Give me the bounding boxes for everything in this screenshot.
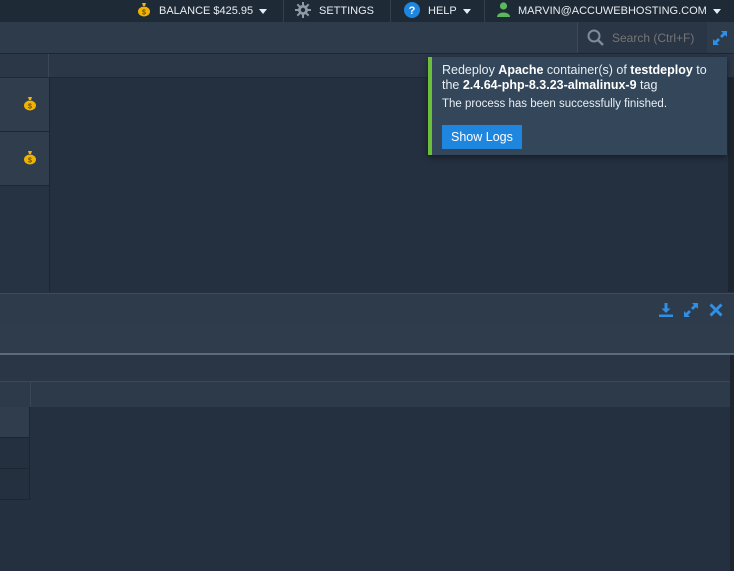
balance-label: BALANCE $425.95 — [159, 5, 254, 17]
chevron-down-icon — [259, 8, 268, 14]
money-bag-icon: $ — [23, 96, 37, 116]
list-item[interactable]: $ — [0, 132, 49, 186]
svg-text:?: ? — [409, 5, 416, 17]
list-item[interactable]: $ — [0, 78, 49, 132]
notification-toast: Redeploy Apache container(s) of testdepl… — [428, 57, 727, 155]
svg-text:$: $ — [28, 104, 32, 111]
user-label: MARVIN@ACCUWEBHOSTING.COM — [518, 5, 707, 17]
notification-message: The process has been successfully finish… — [442, 98, 668, 110]
svg-text:$: $ — [28, 158, 32, 165]
gear-icon — [295, 1, 311, 21]
search-box[interactable] — [577, 22, 707, 53]
lower-content-area — [0, 407, 730, 571]
table-row[interactable] — [0, 407, 30, 438]
toolbar — [0, 22, 734, 54]
svg-text:$: $ — [142, 10, 146, 17]
expand-icon[interactable] — [684, 303, 698, 322]
lower-panel-toolbar — [0, 293, 734, 325]
help-label: HELP — [428, 5, 457, 17]
expand-icon[interactable] — [713, 31, 727, 50]
money-bag-icon: $ — [23, 150, 37, 170]
show-logs-button[interactable]: Show Logs — [442, 125, 522, 149]
user-icon — [497, 2, 510, 20]
chevron-down-icon — [462, 8, 471, 14]
settings-label: SETTINGS — [319, 5, 375, 17]
table-row[interactable] — [0, 438, 30, 469]
search-icon — [587, 29, 604, 46]
lower-grid-header — [0, 381, 730, 408]
money-bag-icon: $ — [137, 2, 151, 20]
scrollbar[interactable] — [728, 78, 734, 292]
settings-menu[interactable]: SETTINGS — [295, 0, 374, 22]
balance-menu[interactable]: $ BALANCE $425.95 — [137, 0, 268, 22]
lower-panel-area — [0, 355, 734, 381]
upper-left-column: $ $ — [0, 78, 50, 292]
lower-tabs-bar — [0, 325, 734, 355]
search-input[interactable] — [612, 30, 707, 45]
table-row[interactable] — [0, 469, 30, 500]
scrollbar[interactable] — [730, 355, 734, 571]
chevron-down-icon — [712, 8, 721, 14]
download-icon[interactable] — [659, 303, 673, 322]
user-menu[interactable]: MARVIN@ACCUWEBHOSTING.COM — [497, 0, 721, 22]
help-menu[interactable]: ? HELP — [404, 0, 471, 22]
top-bar: $ BALANCE $425.95 SETTINGS ? HELP MARVIN… — [0, 0, 734, 22]
notification-title: Redeploy Apache container(s) of testdepl… — [442, 63, 707, 92]
close-icon[interactable] — [709, 303, 723, 322]
help-icon: ? — [404, 1, 420, 21]
